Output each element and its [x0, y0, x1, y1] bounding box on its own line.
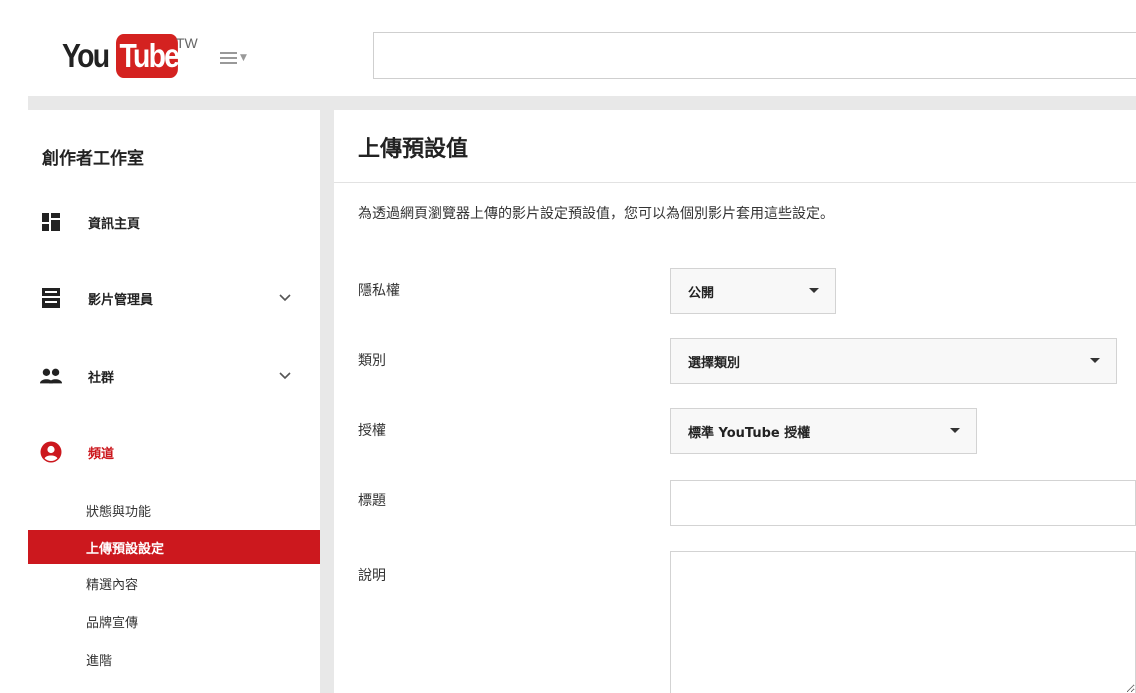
masthead: You Tube TW ▼: [0, 0, 1136, 96]
sidebar-item-label: 頻道: [88, 446, 115, 462]
dropdown-arrow-icon: [950, 428, 960, 433]
logo-tube-text: Tube: [116, 34, 180, 78]
community-icon: [40, 365, 62, 387]
sidebar-item-label: 影片管理員: [88, 292, 154, 308]
header-divider: [28, 96, 1136, 110]
sidebar-item-label: 社群: [88, 370, 115, 386]
page-title: 上傳預設值: [358, 137, 469, 162]
sidebar-item-video-manager[interactable]: 影片管理員: [28, 278, 320, 318]
sidebar-item-dashboard[interactable]: 資訊主頁: [28, 202, 320, 242]
category-label: 類別: [358, 353, 386, 369]
sidebar-subitem-label: 精選內容: [86, 577, 139, 593]
privacy-label: 隱私權: [358, 283, 400, 299]
video-manager-icon: [40, 287, 62, 309]
sidebar-item-channel[interactable]: 頻道: [28, 432, 320, 472]
dropdown-arrow-icon: [1090, 358, 1100, 363]
sidebar-subitem-label: 狀態與功能: [86, 504, 152, 520]
sidebar-subitem-advanced[interactable]: 進階: [28, 642, 320, 676]
category-dropdown[interactable]: 選擇類別: [670, 338, 1117, 384]
sidebar-subitem-branding[interactable]: 品牌宣傳: [28, 604, 320, 638]
search-input[interactable]: [373, 32, 1136, 79]
chevron-down-icon[interactable]: [278, 369, 292, 383]
sidebar-subitem-label: 進階: [86, 653, 113, 669]
title-divider: [334, 182, 1136, 183]
description-textarea[interactable]: [670, 551, 1136, 693]
youtube-logo[interactable]: You Tube: [62, 34, 188, 78]
sidebar-separator: [320, 110, 334, 693]
sidebar-subitem-featured-content[interactable]: 精選內容: [28, 566, 320, 600]
sidebar-item-label: 資訊主頁: [88, 216, 141, 232]
dropdown-arrow-icon: [809, 288, 819, 293]
studio-title: 創作者工作室: [42, 149, 144, 169]
sidebar-subitem-label: 上傳預設設定: [86, 541, 165, 557]
category-value: 選擇類別: [688, 355, 741, 371]
license-value: 標準 YouTube 授權: [688, 425, 811, 441]
sidebar-subitem-label: 品牌宣傳: [86, 615, 139, 631]
license-label: 授權: [358, 423, 386, 439]
sidebar-subitem-status[interactable]: 狀態與功能: [28, 493, 320, 527]
description-label: 說明: [358, 568, 386, 584]
hamburger-menu-icon[interactable]: ▼: [220, 48, 260, 68]
chevron-down-icon[interactable]: [278, 291, 292, 305]
page-description: 為透過網頁瀏覽器上傳的影片設定預設值，您可以為個別影片套用這些設定。: [358, 206, 834, 222]
privacy-dropdown[interactable]: 公開: [670, 268, 836, 314]
license-dropdown[interactable]: 標準 YouTube 授權: [670, 408, 977, 454]
dashboard-icon: [40, 211, 62, 233]
privacy-value: 公開: [688, 285, 715, 301]
page: You Tube TW ▼ 創作者工作室 資訊主頁 影片管理員 社群 頻道 狀態…: [0, 0, 1136, 693]
sidebar-subitem-upload-defaults[interactable]: 上傳預設設定: [28, 530, 320, 564]
logo-you-text: You: [62, 37, 110, 74]
title-input[interactable]: [670, 480, 1136, 526]
channel-account-icon: [40, 441, 62, 463]
title-label: 標題: [358, 493, 386, 509]
sidebar-item-community[interactable]: 社群: [28, 356, 320, 396]
logo-country-code: TW: [176, 35, 198, 51]
